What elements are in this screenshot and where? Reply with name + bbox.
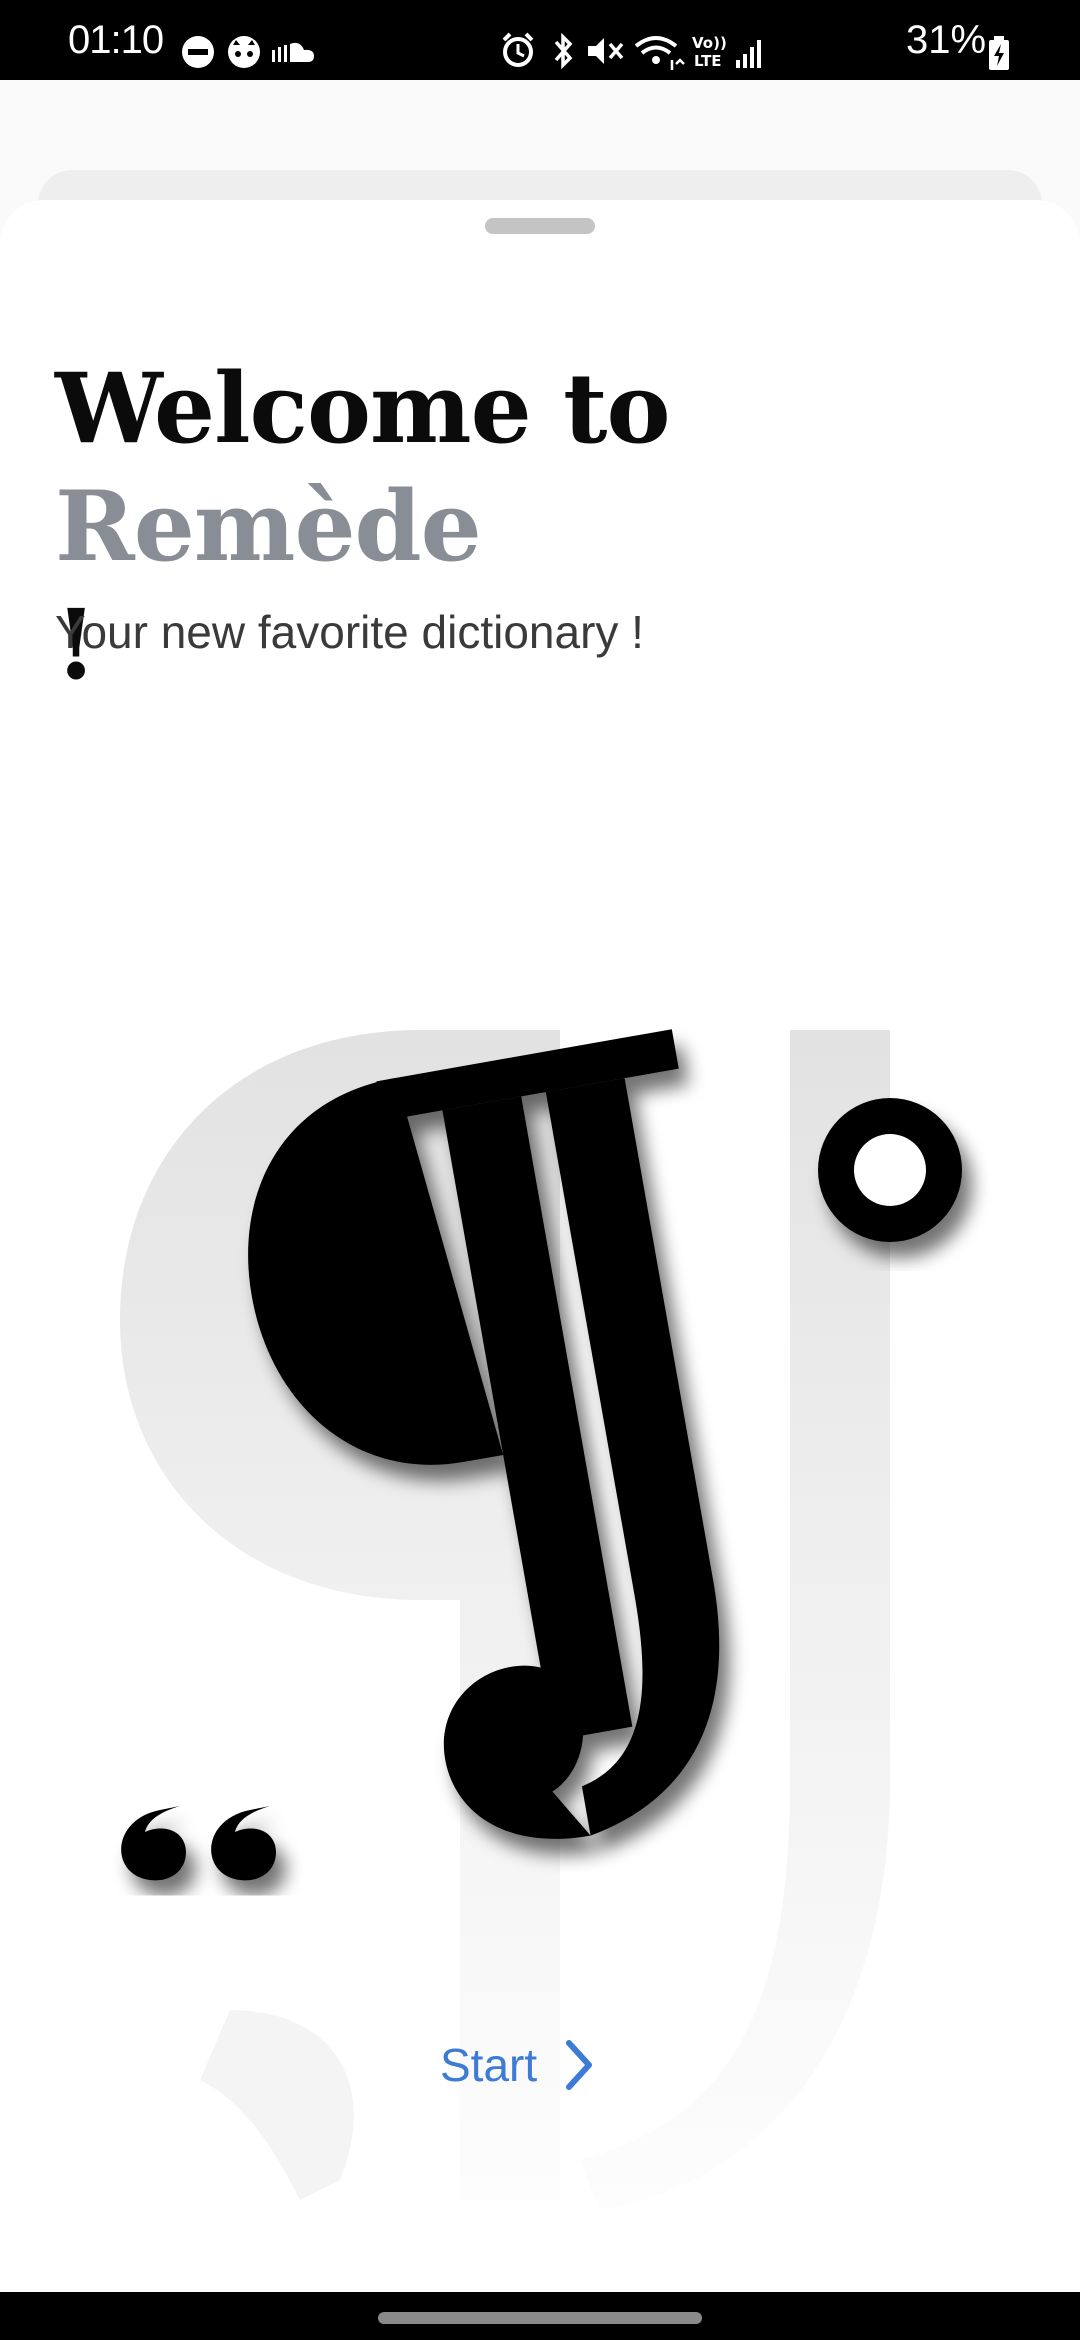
- notification-icons: [182, 36, 314, 68]
- bluetooth-icon: [554, 32, 573, 70]
- wifi-icon: [634, 36, 685, 70]
- status-time: 01:10: [68, 18, 164, 62]
- start-label: Start: [440, 2039, 538, 2091]
- app-name: Remède: [55, 470, 482, 583]
- do-not-disturb-icon: [182, 36, 214, 68]
- system-icons: Vo)) LTE: [502, 32, 761, 70]
- soundcloud-icon: [272, 42, 314, 62]
- welcome-subtitle: Your new favorite dictionary !: [55, 606, 644, 658]
- home-indicator[interactable]: [378, 2312, 702, 2324]
- title-prefix: Welcome to: [55, 352, 670, 465]
- quote-marks-icon: [121, 1806, 276, 1881]
- signal-icon: [736, 40, 761, 68]
- alarm-icon: [502, 32, 534, 67]
- start-button[interactable]: Start: [440, 2020, 599, 2110]
- welcome-sheet: Welcome to Remède! Your new favorite dic…: [0, 200, 1080, 2292]
- svg-text:Vo)): Vo)): [692, 34, 727, 52]
- svg-text:LTE: LTE: [694, 52, 722, 70]
- mute-icon: [588, 38, 624, 64]
- status-bar: 01:10 Vo)) LTE 31%: [0, 0, 1080, 80]
- battery-charging-icon: [989, 36, 1009, 70]
- navigation-bar: [0, 2292, 1080, 2340]
- drag-handle[interactable]: [485, 218, 595, 234]
- cat-app-icon: [228, 36, 260, 68]
- screen: 01:10 Vo)) LTE 31% Welcome to Remède ! Y…: [0, 0, 1080, 2340]
- chevron-right-icon: [566, 2040, 593, 2090]
- volte-icon: Vo)) LTE: [692, 34, 727, 70]
- battery-percentage: 31%: [906, 18, 987, 62]
- degree-symbol-icon: [818, 1098, 962, 1242]
